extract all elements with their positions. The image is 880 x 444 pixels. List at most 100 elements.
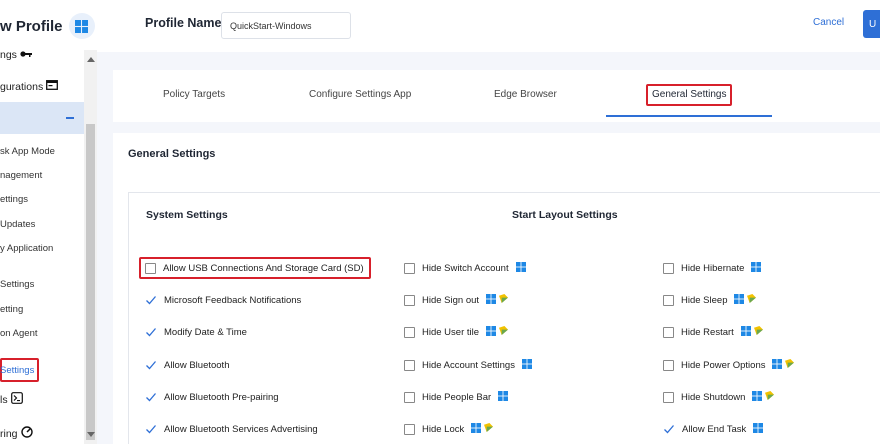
sidebar-item-kiosk-app-mode[interactable]: sk App Mode [0, 146, 55, 157]
sidebar-item-label: y Application [0, 243, 54, 254]
platform-badges [521, 358, 532, 372]
platform-badges [486, 325, 509, 339]
checkbox[interactable] [404, 359, 415, 371]
checkbox[interactable] [663, 359, 674, 371]
platform-badges [772, 358, 795, 372]
tab-edge-browser[interactable]: Edge Browser [494, 89, 557, 100]
checkmark-icon[interactable] [663, 423, 675, 435]
setting-label: Hide Switch Account [422, 262, 509, 274]
section-title: General Settings [128, 148, 216, 160]
setting-option[interactable]: Hide Sign out [404, 292, 509, 308]
system-settings-title: System Settings [146, 209, 228, 221]
setting-label: Hide User tile [422, 326, 480, 338]
sidebar-scrollbar[interactable] [84, 50, 97, 444]
setting-option[interactable]: Hide Restart [663, 324, 763, 340]
sidebar-item-monitoring[interactable]: ring [0, 426, 33, 441]
setting-label: Allow Bluetooth Services Advertising [164, 423, 318, 435]
checkbox[interactable] [404, 391, 415, 403]
setting-option[interactable]: Hide Account Settings [404, 357, 532, 373]
setting-option[interactable]: Hide Power Options [663, 357, 795, 373]
sidebar-item-management[interactable]: nagement [0, 170, 42, 181]
sidebar-item-label: ls [0, 393, 8, 406]
scroll-thumb[interactable] [86, 124, 95, 440]
checkmark-icon[interactable] [145, 294, 157, 306]
window-icon [46, 80, 59, 93]
setting-option[interactable]: Hide Sleep [663, 292, 757, 308]
setting-option[interactable]: Allow End Task [663, 421, 764, 437]
platform-badges [486, 293, 509, 307]
update-button[interactable]: U [863, 10, 880, 38]
active-tab-indicator [606, 115, 772, 117]
tab-policy-targets[interactable]: Policy Targets [163, 89, 225, 100]
platform-badges [753, 422, 764, 436]
setting-option[interactable]: Hide Lock [404, 421, 494, 437]
checkmark-icon[interactable] [145, 326, 157, 338]
windows-icon [752, 390, 763, 404]
sidebar-item-label: Settings [0, 365, 35, 376]
sidebar-item-expanded[interactable] [0, 102, 84, 134]
windows-logo-icon [68, 13, 95, 39]
setting-option[interactable]: Microsoft Feedback Notifications [145, 292, 301, 308]
setting-option[interactable]: Hide Shutdown [663, 389, 775, 405]
checkbox[interactable] [663, 391, 674, 403]
sidebar-item-label: etting [0, 304, 24, 315]
setting-option[interactable]: Hide Hibernate [663, 260, 762, 276]
sidebar-item-general-settings[interactable]: Settings [0, 365, 34, 376]
sidebar: w Profile ngs gurations sk App Mode nage… [0, 0, 97, 444]
checkbox[interactable] [404, 326, 415, 338]
profile-name-input[interactable] [221, 12, 351, 39]
setting-label: Hide Sleep [681, 294, 728, 306]
start-layout-settings-title: Start Layout Settings [512, 209, 618, 221]
checkbox[interactable] [145, 262, 156, 274]
app-title-text: w Profile [0, 17, 63, 35]
platform-badges [751, 261, 762, 275]
setting-option[interactable]: Hide Switch Account [404, 260, 526, 276]
setting-label: Allow Bluetooth [164, 359, 230, 371]
checkbox[interactable] [663, 262, 674, 274]
cancel-button[interactable]: Cancel [813, 17, 844, 28]
tab-general-settings[interactable]: General Settings [652, 89, 727, 100]
sidebar-item-label: Settings [0, 279, 35, 290]
sidebar-item-scripts[interactable]: ls [0, 392, 23, 407]
setting-option[interactable]: Modify Date & Time [145, 324, 247, 340]
sidebar-item-settings-2[interactable]: Settings [0, 279, 34, 290]
checkbox[interactable] [404, 262, 415, 274]
collapse-icon[interactable] [66, 117, 74, 119]
setting-option[interactable]: Allow Bluetooth [145, 357, 229, 373]
setting-option[interactable]: Hide People Bar [404, 389, 509, 405]
app-title: w Profile [0, 12, 95, 40]
sidebar-item-configurations[interactable]: gurations [0, 80, 59, 93]
windows-icon [751, 261, 762, 275]
scroll-up-arrow-icon[interactable] [87, 57, 95, 62]
windows-icon [734, 293, 745, 307]
checkbox[interactable] [404, 423, 415, 435]
sidebar-item-label: ettings [0, 194, 28, 205]
checkmark-icon[interactable] [145, 423, 157, 435]
checkbox[interactable] [404, 294, 415, 306]
windows-icon [740, 325, 751, 339]
sidebar-item-updates[interactable]: Updates [0, 219, 35, 230]
platform-badges [740, 325, 763, 339]
windows-icon [486, 293, 497, 307]
settings-card: System Settings Start Layout Settings Al… [128, 192, 880, 444]
sidebar-item-passcode[interactable]: ngs [0, 49, 32, 61]
setting-option[interactable]: Allow Bluetooth Pre-pairing [145, 389, 279, 405]
platform-badges [734, 293, 757, 307]
setting-option[interactable]: Allow Bluetooth Services Advertising [145, 421, 318, 437]
sidebar-item-agent[interactable]: on Agent [0, 328, 38, 339]
sidebar-item-settings[interactable]: ettings [0, 194, 28, 205]
checkmark-icon[interactable] [145, 391, 157, 403]
setting-option[interactable]: Allow USB Connections And Storage Card (… [145, 260, 364, 276]
setting-option[interactable]: Hide User tile [404, 324, 509, 340]
checkbox[interactable] [663, 294, 674, 306]
sidebar-item-application[interactable]: y Application [0, 243, 53, 254]
sidebar-item-label: gurations [0, 80, 44, 93]
checkmark-icon[interactable] [145, 359, 157, 371]
scroll-down-arrow-icon[interactable] [87, 432, 95, 437]
tab-configure-settings-app[interactable]: Configure Settings App [309, 89, 411, 100]
setting-label: Modify Date & Time [164, 326, 247, 338]
platform-badges [471, 422, 494, 436]
sidebar-item-setting[interactable]: etting [0, 304, 23, 315]
checkbox[interactable] [663, 326, 674, 338]
terminal-icon [10, 392, 23, 407]
